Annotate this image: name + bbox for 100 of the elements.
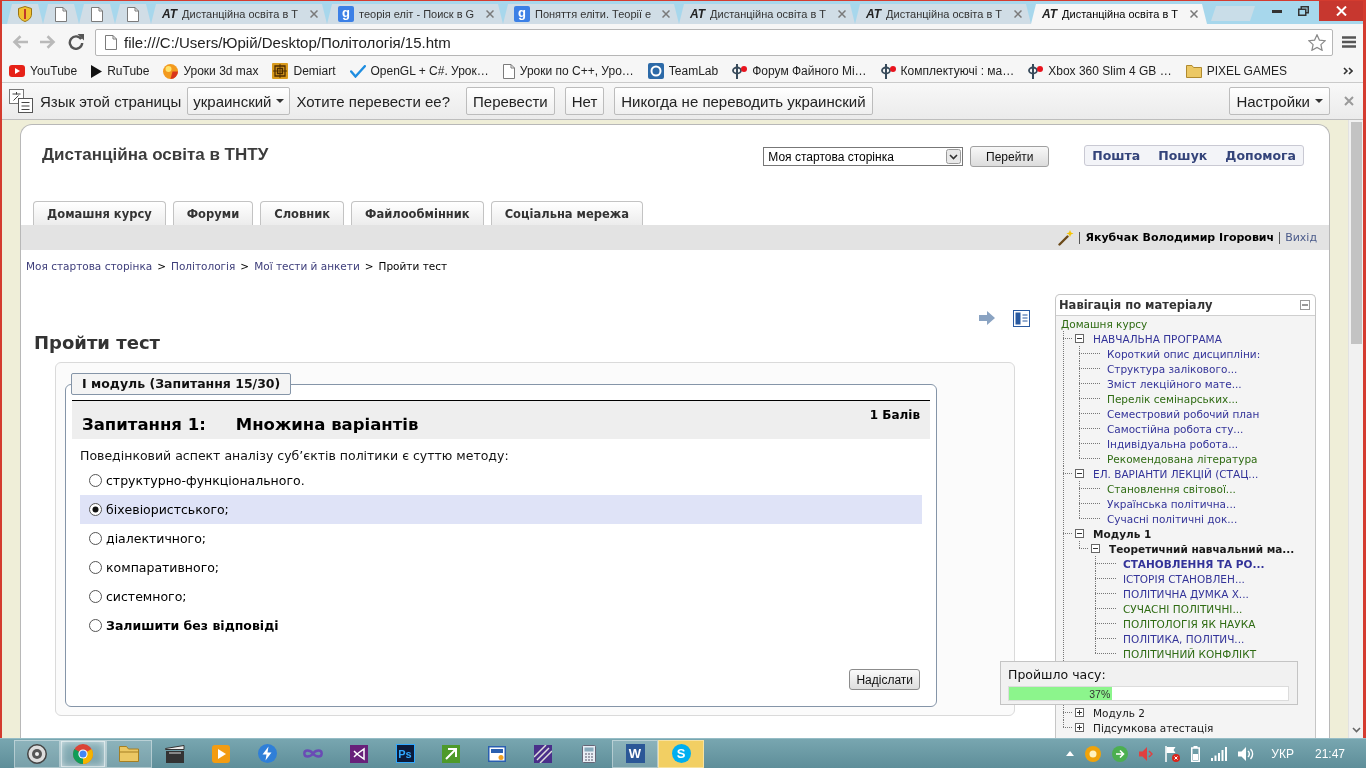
browser-tab[interactable]: AT Дистанційна освіта в Т — [855, 4, 1031, 24]
taskbar-button[interactable] — [14, 739, 60, 768]
nav-link[interactable]: ІСТОРІЯ СТАНОВЛЕН... — [1123, 572, 1245, 585]
collapse-icon[interactable] — [1075, 469, 1084, 478]
answer-option[interactable]: компаративного; — [80, 553, 922, 582]
taskbar-button[interactable] — [60, 739, 106, 768]
nav-link[interactable]: ПОЛІТИЧНИЙ КОНФЛІКТ — [1123, 647, 1257, 660]
nav-link[interactable]: Перелік семінарських... — [1107, 392, 1239, 405]
options-button[interactable]: Настройки — [1229, 87, 1330, 115]
reload-icon[interactable] — [68, 34, 84, 50]
browser-tab[interactable]: AT Дистанційна освіта в Т — [1031, 4, 1207, 24]
collapse-icon[interactable] — [1075, 529, 1084, 538]
close-icon[interactable] — [1190, 10, 1198, 18]
nav-link[interactable]: НАВЧАЛЬНА ПРОГРАМА — [1093, 332, 1222, 345]
language-select[interactable]: украинский — [187, 87, 291, 115]
nav-link[interactable]: ПОЛІТИЧНА ДУМКА Х... — [1123, 587, 1249, 600]
double-chevron-icon[interactable] — [1343, 67, 1353, 75]
menu-icon[interactable] — [1342, 36, 1356, 48]
bookmark-link[interactable]: RuTube — [91, 64, 150, 78]
bookmark-link[interactable]: PIXEL GAMES — [1185, 64, 1287, 78]
scrollbar-thumb[interactable] — [1350, 122, 1362, 344]
radio-button[interactable] — [89, 532, 102, 545]
nav-link[interactable]: Семестровий робочий план — [1107, 407, 1260, 420]
nav-link[interactable]: Домашня курсу — [1061, 317, 1148, 330]
nav-link[interactable]: Зміст лекційного мате... — [1107, 377, 1242, 390]
infobar-button[interactable]: Никогда не переводить украинский — [614, 87, 873, 115]
nav-link[interactable]: Короткий опис дисципліни: — [1107, 347, 1261, 360]
course-tab[interactable]: Соціальна мережа — [490, 201, 644, 225]
taskbar-button[interactable]: W — [612, 739, 658, 768]
star-icon[interactable] — [1308, 33, 1326, 51]
nav-link[interactable]: СТАНОВЛЕННЯ ТА РО... — [1123, 557, 1265, 570]
nav-link[interactable]: ПОЛІТИКА, ПОЛІТИЧ... — [1123, 632, 1245, 645]
answer-option[interactable]: системного; — [80, 582, 922, 611]
logout-link[interactable]: Вихід — [1285, 231, 1317, 244]
answer-option[interactable]: біхевіористського; — [80, 495, 922, 524]
answer-option[interactable]: структурно-функціонального. — [80, 466, 922, 495]
browser-tab[interactable]: g теорія еліт - Поиск в G — [327, 4, 503, 24]
close-button[interactable] — [1319, 1, 1363, 21]
bookmark-link[interactable]: Уроки 3d max — [163, 63, 259, 79]
radio-button[interactable] — [89, 561, 102, 574]
panel-layout-icon[interactable] — [1013, 309, 1030, 327]
signal-bars-icon[interactable] — [1211, 746, 1228, 761]
address-bar[interactable]: file:///C:/Users/Юрій/Desktop/Політологія/15.htm — [95, 28, 1333, 56]
nav-link[interactable]: Структура залікового... — [1107, 362, 1238, 375]
bookmark-link[interactable]: Уроки по C++, Уро… — [502, 63, 634, 79]
browser-tab[interactable] — [7, 4, 43, 24]
restore-icon[interactable] — [1298, 6, 1309, 16]
nav-link[interactable]: ПОЛІТОЛОГІЯ ЯК НАУКА — [1123, 617, 1256, 630]
course-tab[interactable]: Файлообмінник — [351, 201, 484, 225]
course-tab[interactable]: Словник — [260, 201, 345, 225]
close-icon[interactable] — [1014, 10, 1022, 18]
browser-tab[interactable] — [79, 4, 115, 24]
radio-button[interactable] — [89, 619, 102, 632]
close-icon[interactable] — [662, 10, 670, 18]
browser-tab[interactable]: AT Дистанційна освіта в Т — [151, 4, 327, 24]
bookmark-link[interactable]: Комплектуючі : ма… — [880, 63, 1015, 79]
radio-button[interactable] — [89, 503, 102, 516]
taskbar-button[interactable]: Ps — [382, 739, 428, 768]
course-tab[interactable]: Форуми — [172, 201, 254, 225]
chevron-down-icon[interactable] — [1351, 727, 1361, 733]
breadcrumb-link[interactable]: Моя стартова сторінка — [26, 259, 153, 273]
course-tab[interactable]: Домашня курсу — [33, 201, 166, 225]
header-link[interactable]: Допомога — [1225, 148, 1296, 163]
bookmark-link[interactable]: OpenGL + C#. Урок… — [349, 64, 489, 78]
expand-icon[interactable] — [1075, 708, 1084, 717]
scrollbar[interactable] — [1348, 120, 1363, 738]
close-icon[interactable] — [838, 10, 846, 18]
battery-icon[interactable] — [1191, 745, 1201, 762]
flag-icon[interactable] — [1164, 745, 1181, 762]
triangle-up-icon[interactable] — [1066, 751, 1075, 756]
browser-tab[interactable]: AT Дистанційна освіта в Т — [679, 4, 855, 24]
infobar-button[interactable]: Перевести — [466, 87, 555, 115]
nav-link[interactable]: СУЧАСНІ ПОЛІТИЧНІ... — [1123, 602, 1243, 615]
nav-link[interactable]: Рекомендована література — [1107, 452, 1258, 465]
submit-button[interactable]: Надіслати — [849, 669, 920, 690]
bookmark-link[interactable]: TeamLab — [647, 63, 719, 79]
go-button[interactable]: Перейти — [970, 146, 1050, 167]
right-arrow-icon[interactable] — [979, 311, 995, 325]
browser-tab[interactable] — [43, 4, 79, 24]
nav-link[interactable]: ЕЛ. ВАРІАНТИ ЛЕКЦІЙ (СТАЦ... — [1093, 467, 1259, 480]
collapse-icon[interactable] — [1075, 334, 1084, 343]
bookmark-link[interactable]: YouTube — [9, 64, 78, 78]
close-icon[interactable] — [486, 10, 494, 18]
expand-icon[interactable] — [1075, 723, 1084, 732]
infobar-button[interactable]: Нет — [564, 87, 605, 115]
radio-button[interactable] — [89, 474, 102, 487]
browser-tab[interactable]: g Поняття еліти. Теорії е — [503, 4, 679, 24]
disc-icon[interactable] — [1085, 745, 1102, 762]
close-icon[interactable] — [1344, 96, 1354, 106]
browser-tab[interactable] — [115, 4, 151, 24]
breadcrumb-link[interactable]: Політологія — [171, 259, 236, 273]
volume-icon[interactable] — [1238, 746, 1255, 761]
header-link[interactable]: Пошта — [1092, 148, 1141, 163]
header-link[interactable]: Пошук — [1158, 148, 1208, 163]
page-select[interactable]: Моя стартова сторінка — [763, 147, 964, 166]
bookmark-link[interactable]: Xbox 360 Slim 4 GB … — [1028, 63, 1172, 79]
bookmark-link[interactable]: Форум Файного Мі… — [732, 63, 867, 79]
radio-button[interactable] — [89, 590, 102, 603]
nav-link[interactable]: Становлення світової... — [1107, 482, 1236, 495]
answer-option[interactable]: діалектичного; — [80, 524, 922, 553]
